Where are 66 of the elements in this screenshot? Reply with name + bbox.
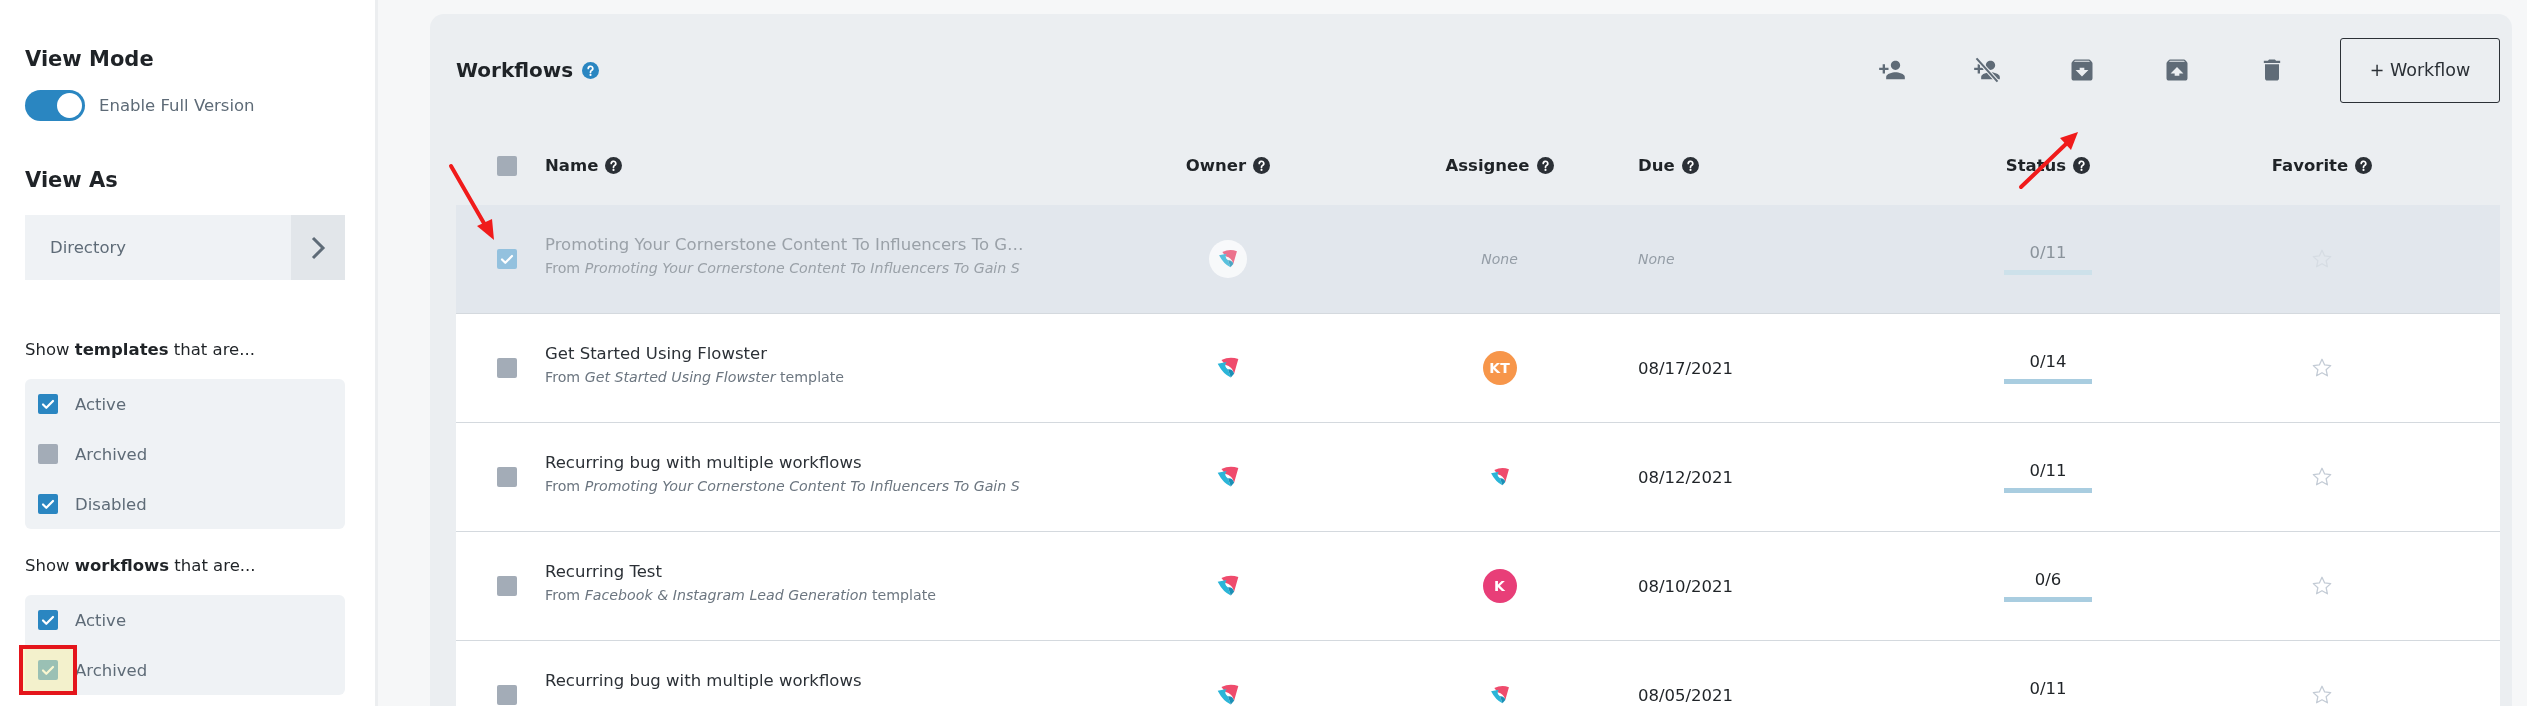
help-icon[interactable] [1536, 157, 1554, 174]
workflow-name[interactable]: Recurring Test [545, 562, 662, 581]
workflow-source: From Promoting Your Cornerstone Content To Influencers To Gain S [545, 478, 1020, 494]
workflow-name[interactable]: Recurring bug with multiple workflows [545, 671, 862, 690]
star-icon[interactable] [2311, 575, 2333, 597]
due-date: 08/05/2021 [1638, 685, 1734, 705]
checkbox[interactable] [38, 494, 58, 514]
help-icon[interactable] [2073, 157, 2091, 174]
star-icon[interactable] [2311, 357, 2333, 379]
avatar: KT [1482, 351, 1517, 385]
workflow-source: From Facebook & Instagram Lead Generation template [545, 587, 936, 603]
panel-title: Workflows [456, 58, 574, 82]
column-header[interactable]: Owner [1185, 156, 1247, 175]
table-row[interactable]: Recurring bug with multiple workflows From Promoting Your Cornerstone Content To Influencers To Gain S 08/12/2021 0/11 [456, 423, 2500, 532]
checkbox[interactable] [497, 685, 517, 705]
checkbox[interactable] [497, 467, 517, 487]
star-icon[interactable] [2311, 684, 2333, 706]
column-header[interactable]: Assignee [1445, 156, 1530, 175]
view-as-dropdown[interactable]: Directory [25, 215, 345, 280]
section-title: View As [25, 167, 119, 194]
progress-count: 0/14 [2029, 352, 2067, 371]
checkbox-label: Archived [75, 660, 148, 680]
column-header[interactable]: Name [545, 156, 599, 175]
toggle-label: Enable Full Version [99, 96, 255, 115]
new-workflow-button[interactable]: + Workflow [2340, 37, 2500, 103]
column-header[interactable]: Due [1638, 156, 1675, 175]
due-date: 08/12/2021 [1638, 467, 1734, 487]
table-row[interactable]: Get Started Using Flowster From Get Started Using Flowster template KT 08/17/2021 0/14 [456, 314, 2500, 423]
progress-count: 0/11 [2029, 679, 2067, 698]
table-row[interactable]: Recurring Test From Facebook & Instagram Lead Generation template K 08/10/2021 0/6 [456, 532, 2500, 641]
workflow-source: From Promoting Your Cornerstone Content To Influencers To Gain S [545, 260, 1020, 276]
checkbox-label: Disabled [75, 494, 147, 514]
toggle-switch[interactable] [25, 90, 85, 121]
help-icon[interactable] [1681, 157, 1699, 174]
checkbox[interactable] [497, 576, 517, 596]
due-date: 08/17/2021 [1638, 358, 1734, 378]
avatar: K [1482, 569, 1517, 603]
assignee-empty: None [1481, 251, 1518, 267]
filter-heading: Show templates that are... [25, 339, 255, 361]
table-row[interactable]: Recurring bug with multiple workflows 08/05/2021 0/11 [456, 641, 2500, 706]
checkbox[interactable] [38, 394, 58, 414]
checkbox[interactable] [38, 610, 58, 630]
checkbox-label: Archived [75, 444, 148, 464]
help-icon[interactable] [605, 157, 623, 174]
due-date: 08/10/2021 [1638, 576, 1734, 596]
star-icon[interactable] [2311, 466, 2333, 488]
checkbox-label: Active [75, 394, 127, 414]
column-header[interactable]: Favorite [2271, 156, 2349, 175]
workflow-source: From Get Started Using Flowster template [545, 369, 845, 385]
checkbox[interactable] [497, 155, 517, 176]
section-title: View Mode [25, 46, 155, 73]
checkbox-label: Active [75, 610, 127, 630]
help-icon[interactable] [1253, 157, 1271, 174]
due-date: None [1638, 251, 1675, 267]
checkbox[interactable] [38, 444, 58, 464]
progress-count: 0/6 [2034, 570, 2062, 589]
checkbox[interactable] [497, 249, 517, 269]
progress-count: 0/11 [2029, 461, 2067, 480]
chevron-right-icon [310, 234, 326, 261]
workflow-name[interactable]: Recurring bug with multiple workflows [545, 453, 862, 472]
checkbox[interactable] [38, 660, 58, 680]
workflow-name[interactable]: Get Started Using Flowster [545, 344, 767, 363]
filter-heading: Show workflows that are... [25, 555, 256, 577]
help-icon[interactable] [2355, 157, 2373, 174]
progress-count: 0/11 [2029, 243, 2067, 262]
checkbox[interactable] [497, 358, 517, 378]
